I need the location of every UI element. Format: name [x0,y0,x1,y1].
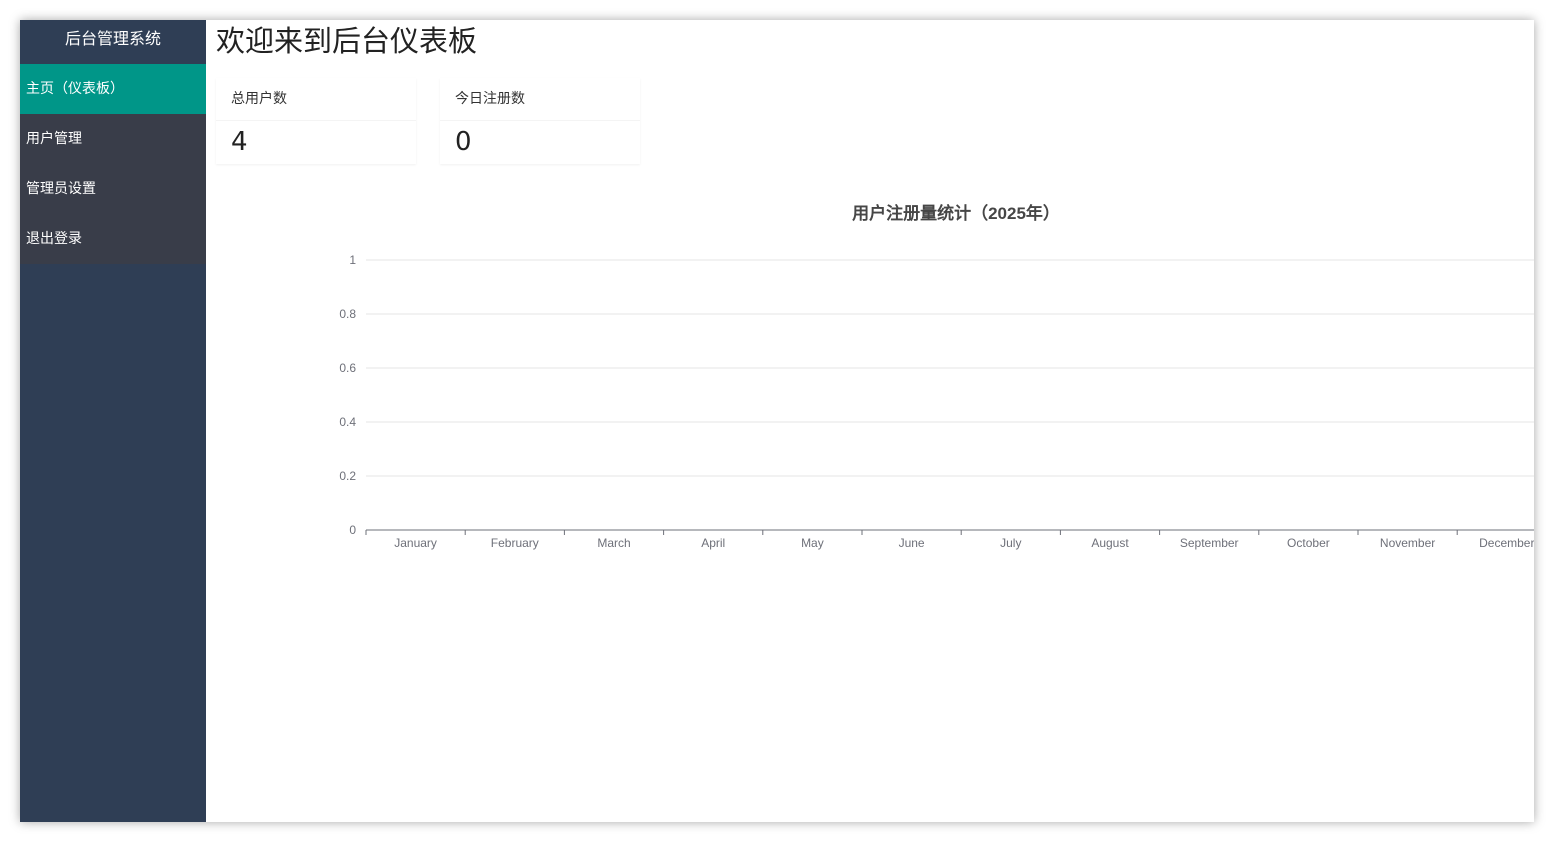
registration-chart-svg: 用户注册量统计（2025年） 0 0.2 0.4 0.6 0.8 1 January Febru… [339,203,1534,550]
registration-chart: 用户注册量统计（2025年） 0 0.2 0.4 0.6 0.8 1 January Febru… [206,190,1534,590]
x-tick-label: October [1287,536,1330,550]
y-tick-label: 0 [349,523,356,537]
sidebar-title: 后台管理系统 [20,20,206,64]
y-tick-label: 0.8 [339,307,356,321]
y-tick-label: 1 [349,253,356,267]
sidebar-item-admin-settings[interactable]: 管理员设置 [20,164,206,214]
x-tick-label: January [394,536,437,550]
chart-title: 用户注册量统计（2025年） [852,203,1060,223]
x-tick-label: March [597,536,630,550]
x-tick-label: July [1000,536,1021,550]
sidebar: 后台管理系统 主页（仪表板） 用户管理 管理员设置 退出登录 [20,20,206,822]
page-title: 欢迎来到后台仪表板 [216,24,478,58]
x-tick-label: May [801,536,824,550]
stat-card-value: 0 [455,127,472,157]
x-tick-label: December [1479,536,1534,550]
y-tick-label: 0.4 [339,415,356,429]
sidebar-item-logout[interactable]: 退出登录 [20,214,206,264]
x-tick-label: April [701,536,725,550]
sidebar-item-user-management[interactable]: 用户管理 [20,114,206,164]
y-tick-label: 0.6 [339,361,356,375]
stat-card-total-users: 总用户数 4 [216,78,416,164]
app-window: 后台管理系统 主页（仪表板） 用户管理 管理员设置 退出登录 欢迎来到后台仪表板… [20,20,1534,822]
y-tick-label: 0.2 [339,469,356,483]
main-content: 欢迎来到后台仪表板 总用户数 4 今日注册数 0 用户注册量统计（2025年） 0… [206,20,1534,822]
x-tick-label: June [899,536,925,550]
sidebar-item-dashboard[interactable]: 主页（仪表板） [20,64,206,114]
stat-card-label: 总用户数 [216,78,416,121]
stat-card-label: 今日注册数 [440,78,640,121]
x-tick-label: September [1180,536,1239,550]
x-tick-label: February [491,536,539,550]
stat-card-today-registrations: 今日注册数 0 [440,78,640,164]
x-tick-label: August [1091,536,1129,550]
stat-card-value: 4 [231,127,248,157]
sidebar-menu: 主页（仪表板） 用户管理 管理员设置 退出登录 [20,64,206,264]
x-tick-label: November [1380,536,1435,550]
